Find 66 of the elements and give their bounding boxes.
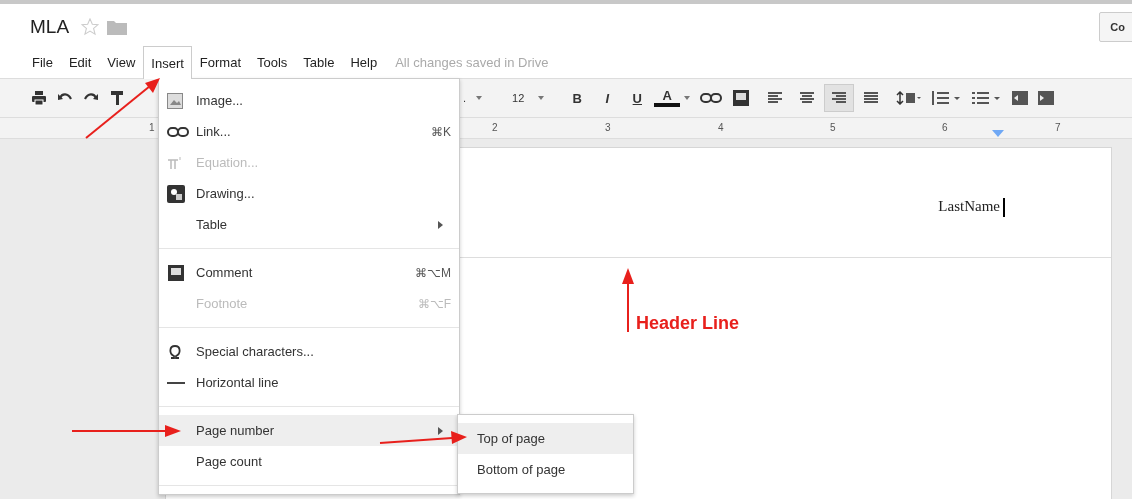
menu-item[interactable]: File [24, 46, 61, 78]
save-status: All changes saved in Drive [395, 54, 549, 70]
menu-item[interactable]: Insert [143, 46, 192, 79]
ruler-number: 6 [942, 122, 948, 133]
menu-item[interactable]: Table [159, 209, 459, 240]
menu-item[interactable]: Help [342, 46, 386, 78]
menu-item[interactable]: Comment ⌘⌥M [159, 257, 459, 288]
menu-item[interactable]: Format [191, 46, 249, 78]
link-icon[interactable] [700, 92, 723, 104]
submenu-arrow-icon [438, 220, 443, 229]
ruler-number: 4 [718, 122, 724, 133]
line-spacing-icon[interactable] [896, 91, 923, 105]
format-button[interactable]: B [564, 90, 591, 106]
increase-indent-icon[interactable] [1038, 91, 1055, 105]
ruler-number: 7 [1055, 122, 1061, 133]
top-right-button[interactable]: Co [1099, 12, 1132, 42]
annotation-label: Header Line [636, 313, 740, 334]
numbered-list-icon[interactable] [932, 91, 963, 105]
ruler-number: 3 [605, 122, 611, 133]
menu-item[interactable]: Tools [249, 46, 296, 78]
decrease-indent-icon[interactable] [1012, 91, 1029, 105]
link-icon [167, 125, 189, 138]
align-center-icon [800, 92, 815, 104]
omega-icon [167, 343, 183, 360]
font-size-dropdown[interactable]: 12 [506, 92, 551, 104]
align-left-icon [768, 92, 783, 104]
pi-icon [167, 155, 183, 170]
ruler-number: 2 [492, 122, 498, 133]
drawing-icon [167, 184, 185, 203]
image-icon [167, 92, 183, 109]
paint-format-icon[interactable] [109, 90, 125, 106]
menu-item[interactable]: Table [295, 46, 343, 78]
menu-item[interactable]: View [99, 46, 144, 78]
ruler-number: 1 [149, 122, 155, 133]
format-button[interactable]: A [654, 89, 681, 107]
caret-icon [476, 96, 483, 100]
submenu-arrow-icon [438, 426, 443, 435]
menu-item[interactable]: Top of page [458, 423, 633, 454]
document-title: MLA [30, 16, 70, 38]
align-button[interactable] [824, 84, 855, 112]
format-button[interactable]: U [624, 90, 651, 106]
menu-item[interactable]: Horizontal line [159, 367, 459, 398]
menu-item[interactable]: Bottom of page [458, 454, 633, 485]
caret-icon [538, 96, 545, 100]
header-text: LastName [938, 198, 1000, 215]
menu-item[interactable]: Edit [60, 46, 100, 78]
ruler-number: 5 [830, 122, 836, 133]
print-icon[interactable] [31, 90, 47, 106]
text-cursor [1003, 198, 1005, 217]
menu-item[interactable]: Page number [159, 415, 459, 446]
menu-item[interactable]: Page count [159, 446, 459, 477]
menu-item[interactable]: Image... [159, 85, 459, 116]
font-dropdown[interactable]: . [457, 92, 489, 104]
format-button[interactable]: I [594, 90, 621, 106]
arrow [622, 268, 634, 333]
star-icon[interactable] [81, 18, 100, 36]
comment-icon [167, 263, 185, 282]
horizontal-line-icon [167, 381, 185, 384]
justify-icon [864, 92, 879, 104]
caret-icon[interactable] [684, 96, 691, 100]
comment-icon[interactable] [732, 89, 751, 107]
menu-item[interactable]: Special characters... [159, 336, 459, 367]
align-right-icon [832, 92, 847, 104]
menu-item[interactable]: Link... ⌘K [159, 116, 459, 147]
menu-item[interactable]: Drawing... [159, 178, 459, 209]
bulleted-list-icon[interactable] [972, 91, 1003, 105]
